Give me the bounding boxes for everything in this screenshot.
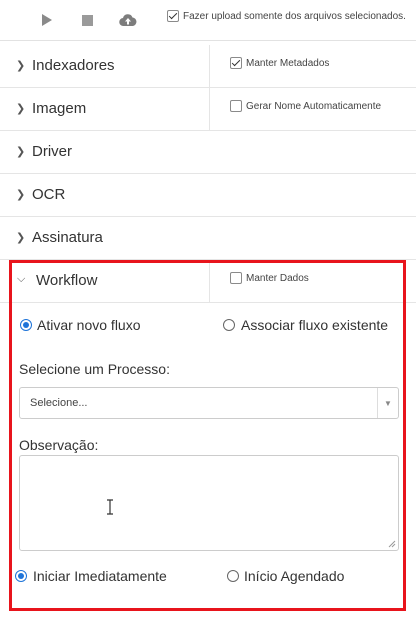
keep-metadata-label: Manter Metadados [246, 58, 330, 69]
stop-icon[interactable] [77, 10, 97, 30]
section-imagem[interactable]: ❯ Imagem Gerar Nome Automaticamente [0, 88, 416, 131]
section-title: OCR [32, 186, 66, 203]
upload-toolbar: Fazer upload somente dos arquivos seleci… [0, 0, 416, 41]
section-assinatura[interactable]: ❯ Assinatura [0, 217, 416, 260]
section-indexadores[interactable]: ❯ Indexadores Manter Metadados [0, 45, 416, 88]
cloud-upload-icon[interactable] [118, 10, 138, 30]
chevron-right-icon: ❯ [16, 60, 26, 72]
chevron-right-icon: ❯ [16, 189, 26, 201]
keep-metadata-checkbox[interactable] [230, 57, 242, 69]
section-title: Indexadores [32, 57, 115, 74]
chevron-right-icon: ❯ [16, 232, 26, 244]
upload-only-selected-checkbox[interactable] [167, 10, 179, 22]
section-ocr[interactable]: ❯ OCR [0, 174, 416, 217]
auto-name-label: Gerar Nome Automaticamente [246, 101, 382, 112]
section-title: Imagem [32, 100, 87, 117]
section-driver[interactable]: ❯ Driver [0, 131, 416, 174]
upload-only-selected-label: Fazer upload somente dos arquivos seleci… [183, 11, 406, 22]
auto-name-checkbox[interactable] [230, 100, 242, 112]
workflow-highlight-frame [9, 260, 406, 611]
divider [209, 88, 210, 130]
chevron-right-icon: ❯ [16, 103, 26, 115]
section-title: Driver [32, 143, 72, 160]
divider [209, 45, 210, 87]
play-icon[interactable] [37, 10, 57, 30]
chevron-right-icon: ❯ [16, 146, 26, 158]
section-title: Assinatura [32, 229, 103, 246]
